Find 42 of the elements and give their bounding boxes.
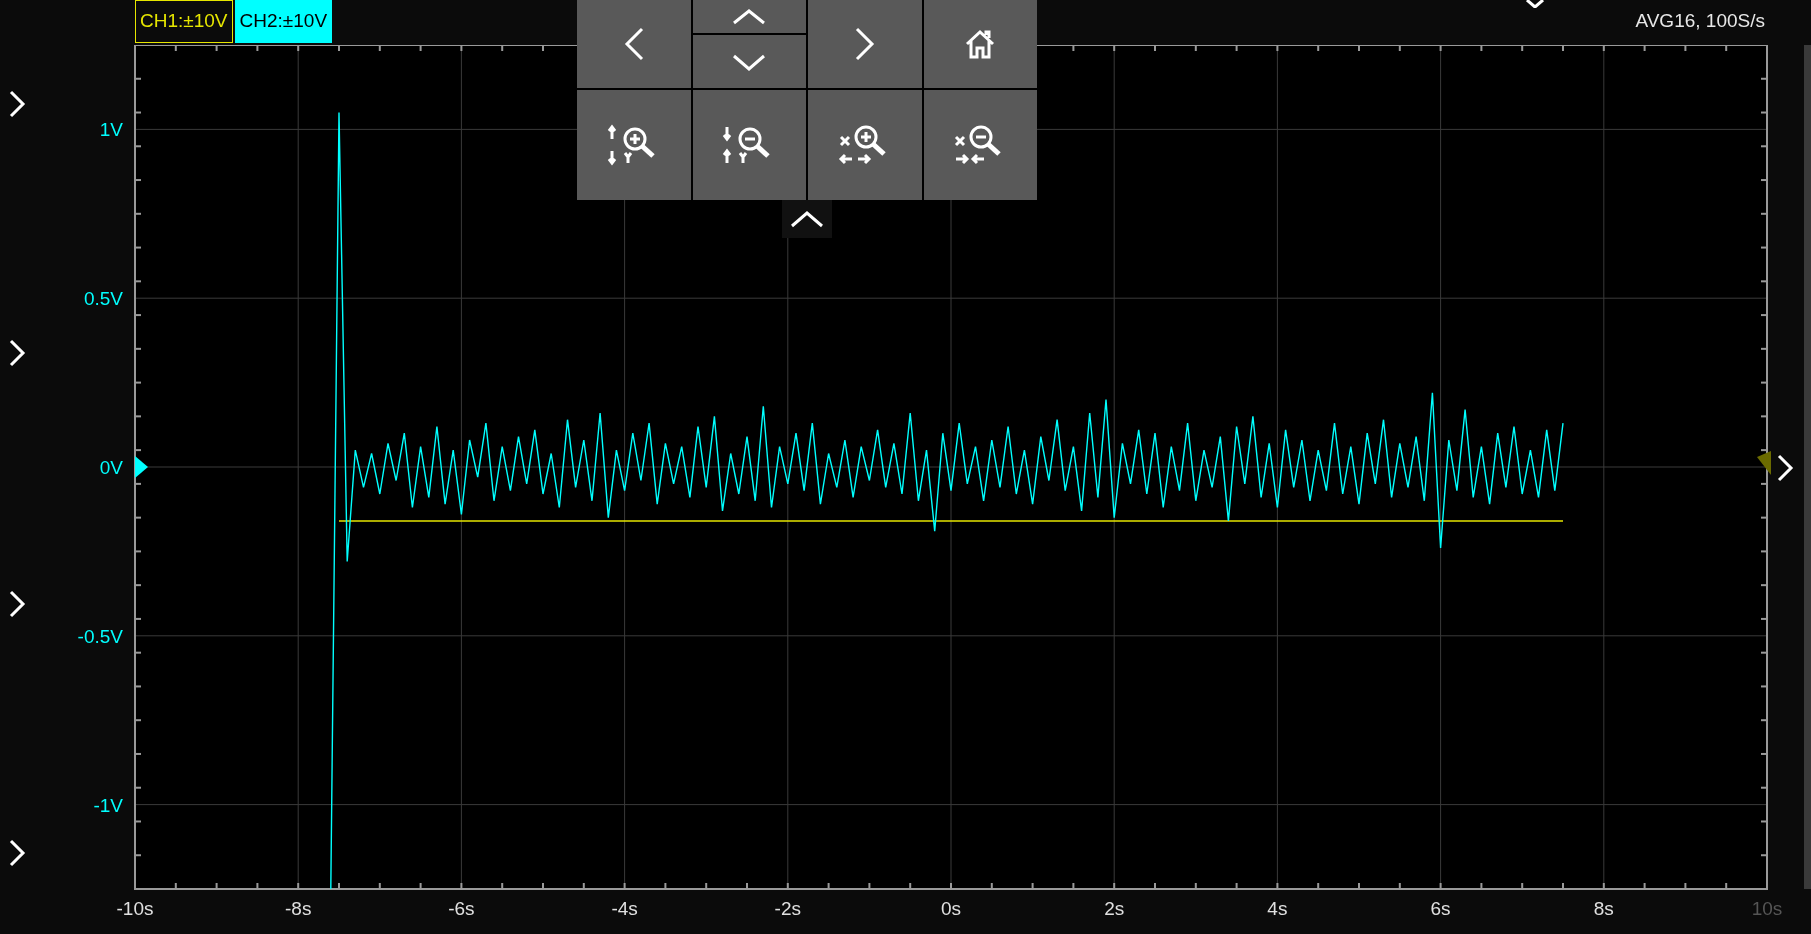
x-axis-label: 8s: [1593, 898, 1614, 919]
zoom-in-y-button[interactable]: [577, 90, 691, 200]
zoom-out-x-button[interactable]: [923, 90, 1037, 200]
zoom-in-x-button[interactable]: [808, 90, 922, 200]
scroll-bar[interactable]: [1804, 45, 1811, 889]
x-axis-label: 10s: [1751, 898, 1783, 919]
chevron-right-icon[interactable]: [9, 590, 26, 618]
x-axis-label: -10s: [116, 898, 154, 919]
chevron-left-icon: [622, 27, 645, 61]
y-axis-label: 0V: [99, 457, 123, 478]
acquisition-status: AVG16, 100S/s: [1635, 10, 1765, 32]
x-axis-label: 0s: [940, 898, 962, 919]
chevron-right-icon[interactable]: [9, 339, 26, 367]
x-axis-label: -6s: [448, 898, 475, 919]
collapse-toolbar-button[interactable]: [782, 200, 832, 238]
chevron-up-icon: [732, 8, 767, 25]
offset-marker[interactable]: [135, 456, 148, 478]
x-axis-label: -8s: [285, 898, 312, 919]
chevron-right-icon[interactable]: [9, 90, 26, 118]
zoom-out-y-button[interactable]: [692, 90, 806, 200]
offset-marker[interactable]: [1757, 451, 1771, 475]
pan-up-button[interactable]: [692, 0, 806, 33]
x-axis-label: 2s: [1104, 898, 1125, 919]
x-axis-label: 6s: [1430, 898, 1451, 919]
channel-label[interactable]: CH2:±10V: [234, 0, 333, 43]
x-axis-label: 4s: [1267, 898, 1288, 919]
chevron-right-icon[interactable]: [1777, 454, 1794, 482]
x-axis-label: -4s: [611, 898, 638, 919]
y-axis-label: 0.5V: [83, 288, 123, 310]
chevron-down-icon: [732, 52, 767, 71]
chevron-up-icon: [790, 210, 824, 228]
x-axis-label: -2s: [774, 898, 801, 919]
y-axis-label: -0.5V: [77, 625, 123, 647]
pan-down-button[interactable]: [692, 35, 806, 88]
home-icon: [964, 28, 997, 60]
chevron-right-icon[interactable]: [9, 839, 26, 867]
y-axis-label: 1V: [99, 119, 123, 141]
chevron-down-icon[interactable]: [1523, 0, 1547, 8]
chevron-right-icon: [853, 27, 876, 61]
home-button[interactable]: [923, 0, 1037, 88]
y-axis-label: -1V: [93, 794, 123, 816]
channel-label[interactable]: CH1:±10V: [135, 0, 233, 43]
